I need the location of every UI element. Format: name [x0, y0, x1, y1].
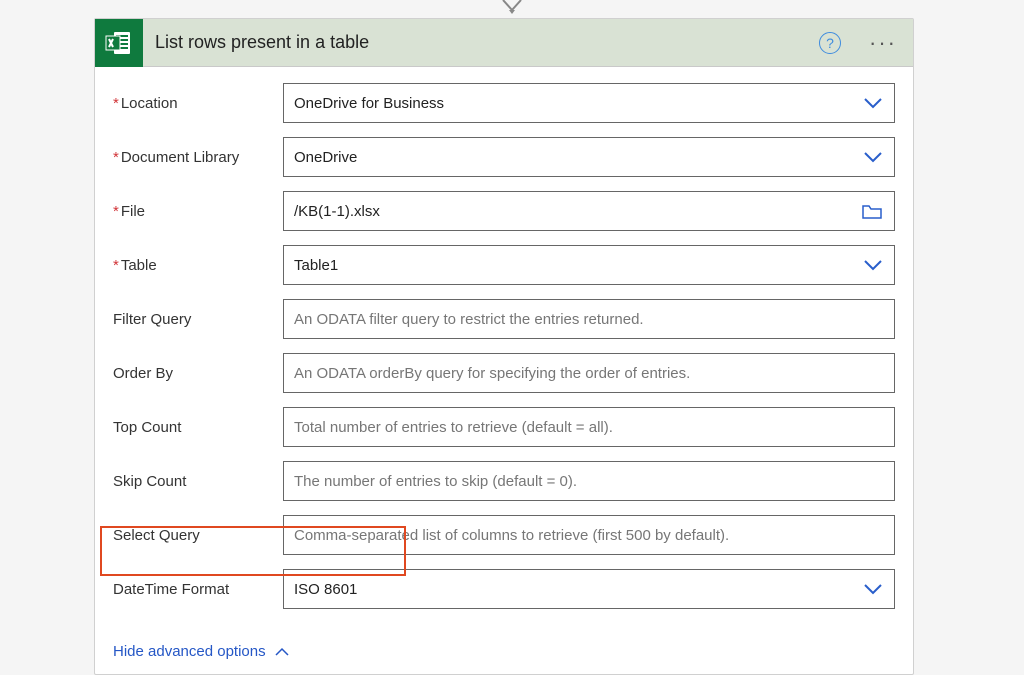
- file-value: /KB(1-1).xlsx: [294, 203, 860, 220]
- row-skipcount: Skip Count The number of entries to skip…: [113, 461, 895, 501]
- file-input[interactable]: /KB(1-1).xlsx: [283, 191, 895, 231]
- row-filter: Filter Query An ODATA filter query to re…: [113, 299, 895, 339]
- chevron-down-icon[interactable]: [862, 254, 884, 276]
- card-body: *Location OneDrive for Business *Documen…: [95, 67, 913, 633]
- doclib-value: OneDrive: [294, 149, 862, 166]
- row-datetime: DateTime Format ISO 8601: [113, 569, 895, 609]
- chevron-down-icon[interactable]: [862, 146, 884, 168]
- row-select: Select Query Comma-separated list of col…: [113, 515, 895, 555]
- skipcount-input[interactable]: The number of entries to skip (default =…: [283, 461, 895, 501]
- orderby-placeholder: An ODATA orderBy query for specifying th…: [294, 365, 884, 382]
- row-location: *Location OneDrive for Business: [113, 83, 895, 123]
- row-doclib: *Document Library OneDrive: [113, 137, 895, 177]
- orderby-input[interactable]: An ODATA orderBy query for specifying th…: [283, 353, 895, 393]
- more-options-button[interactable]: ···: [865, 32, 901, 54]
- row-table: *Table Table1: [113, 245, 895, 285]
- row-orderby: Order By An ODATA orderBy query for spec…: [113, 353, 895, 393]
- location-select[interactable]: OneDrive for Business: [283, 83, 895, 123]
- toggle-advanced-label: Hide advanced options: [113, 643, 266, 660]
- filter-placeholder: An ODATA filter query to restrict the en…: [294, 311, 884, 328]
- topcount-input[interactable]: Total number of entries to retrieve (def…: [283, 407, 895, 447]
- label-skipcount: Skip Count: [113, 473, 283, 490]
- chevron-down-icon[interactable]: [862, 92, 884, 114]
- toggle-advanced-options-link[interactable]: Hide advanced options: [95, 633, 308, 674]
- label-location: *Location: [113, 95, 283, 112]
- row-topcount: Top Count Total number of entries to ret…: [113, 407, 895, 447]
- datetime-select[interactable]: ISO 8601: [283, 569, 895, 609]
- label-orderby: Order By: [113, 365, 283, 382]
- card-header[interactable]: List rows present in a table ? ···: [95, 19, 913, 67]
- location-value: OneDrive for Business: [294, 95, 862, 112]
- label-select: Select Query: [113, 527, 283, 544]
- skipcount-placeholder: The number of entries to skip (default =…: [294, 473, 884, 490]
- datetime-value: ISO 8601: [294, 581, 862, 598]
- flow-arrow-down-icon: [501, 0, 523, 16]
- label-table: *Table: [113, 257, 283, 274]
- label-file: *File: [113, 203, 283, 220]
- chevron-down-icon[interactable]: [862, 578, 884, 600]
- select-input[interactable]: Comma-separated list of columns to retri…: [283, 515, 895, 555]
- table-select[interactable]: Table1: [283, 245, 895, 285]
- doclib-select[interactable]: OneDrive: [283, 137, 895, 177]
- filter-input[interactable]: An ODATA filter query to restrict the en…: [283, 299, 895, 339]
- card-title: List rows present in a table: [155, 32, 819, 53]
- row-file: *File /KB(1-1).xlsx: [113, 191, 895, 231]
- topcount-placeholder: Total number of entries to retrieve (def…: [294, 419, 884, 436]
- excel-icon: [95, 19, 143, 67]
- label-filter: Filter Query: [113, 311, 283, 328]
- label-doclib: *Document Library: [113, 149, 283, 166]
- chevron-up-icon: [274, 647, 290, 657]
- select-placeholder: Comma-separated list of columns to retri…: [294, 527, 884, 544]
- label-datetime: DateTime Format: [113, 581, 283, 598]
- label-topcount: Top Count: [113, 419, 283, 436]
- folder-browse-icon[interactable]: [860, 199, 884, 223]
- help-icon[interactable]: ?: [819, 32, 841, 54]
- table-value: Table1: [294, 257, 862, 274]
- action-card: List rows present in a table ? ··· *Loca…: [94, 18, 914, 675]
